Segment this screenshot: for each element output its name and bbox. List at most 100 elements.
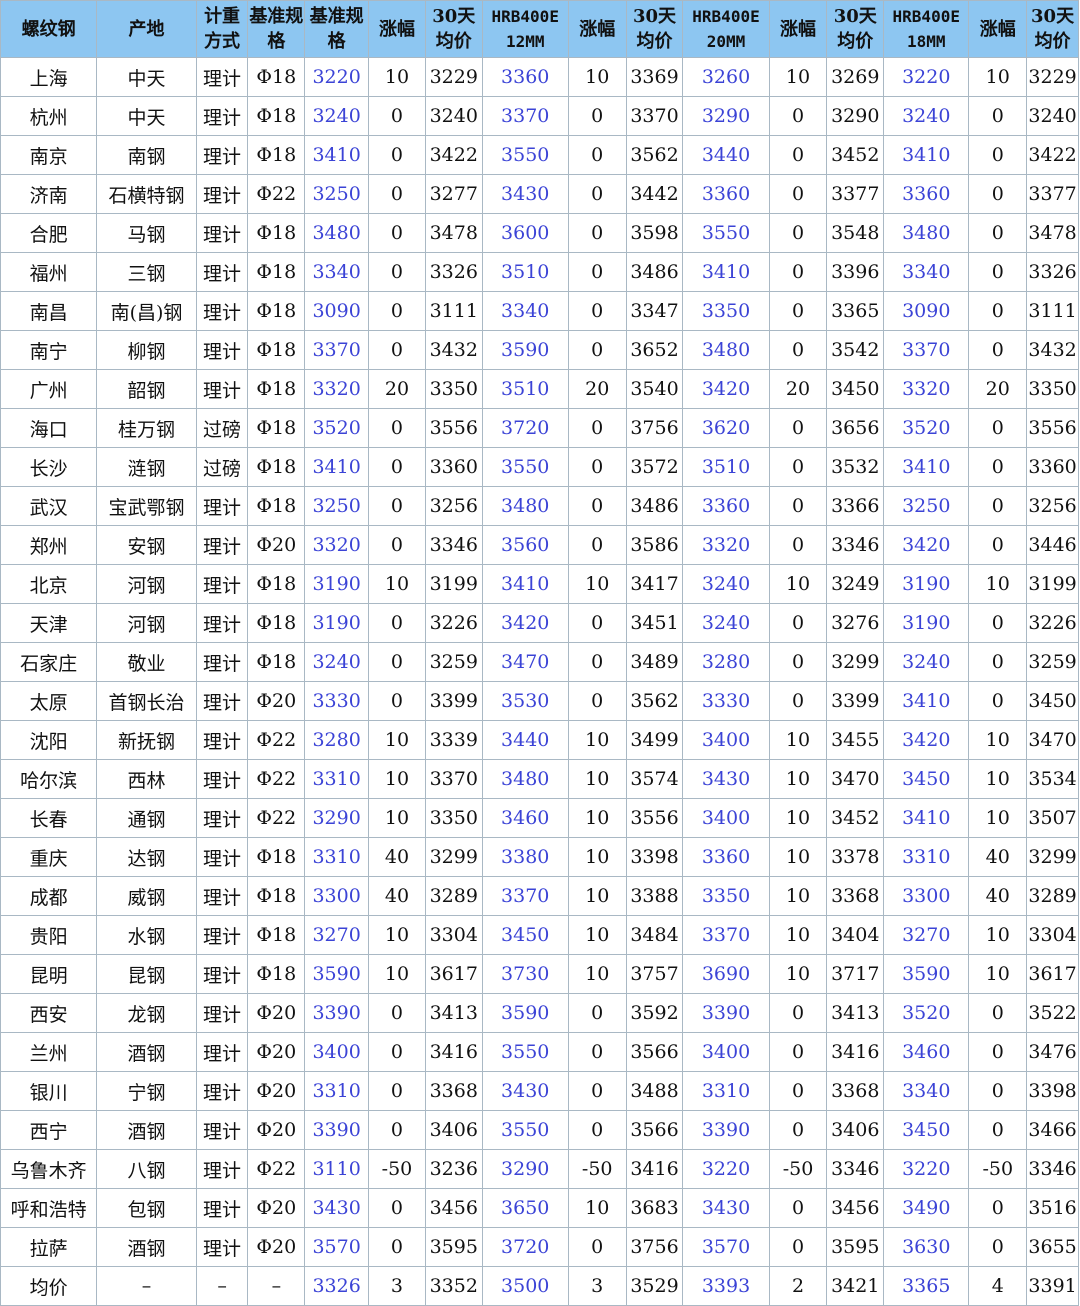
table-cell: 理计 <box>195 57 249 97</box>
table-cell: 3240 <box>424 96 483 136</box>
city-cell: 昆明 <box>0 954 98 994</box>
table-cell: 3369 <box>625 57 684 97</box>
table-cell: 3259 <box>424 642 483 682</box>
city-cell: 西安 <box>0 993 98 1033</box>
table-cell: 0 <box>768 135 828 175</box>
table-row: 石家庄 敬业 理计 Φ18 3240 0 3259 3470 0 3489 3280 0 3299 324… <box>0 642 1079 682</box>
table-cell: 中天 <box>96 57 197 97</box>
table-cell: 3430 <box>682 1188 770 1228</box>
table-cell: 10 <box>968 564 1028 604</box>
table-cell: 3368 <box>826 876 885 916</box>
table-cell: 3486 <box>625 252 684 292</box>
table-cell: 3370 <box>424 759 483 799</box>
table-cell: 中天 <box>96 96 197 136</box>
table-cell: Φ18 <box>247 252 306 292</box>
table-cell: 马钢 <box>96 213 197 253</box>
table-cell: 3617 <box>1026 954 1079 994</box>
table-cell: 0 <box>968 1032 1028 1072</box>
table-row: 广州 韶钢 理计 Φ18 3320 20 3350 3510 20 3540 3420 20 3450 3… <box>0 369 1079 409</box>
table-cell: 3466 <box>1026 1110 1079 1150</box>
table-cell: 3378 <box>826 837 885 877</box>
city-cell: 银川 <box>0 1071 98 1111</box>
table-cell: 10 <box>567 564 627 604</box>
city-cell: 海口 <box>0 408 98 448</box>
table-cell: 0 <box>968 525 1028 565</box>
table-cell: 3360 <box>682 486 770 526</box>
table-cell: 3226 <box>1026 603 1079 643</box>
table-cell: 3280 <box>682 642 770 682</box>
table-cell: 0 <box>368 330 426 370</box>
city-cell: 杭州 <box>0 96 98 136</box>
table-cell: 3556 <box>625 798 684 838</box>
table-cell: 3346 <box>826 1149 885 1189</box>
table-cell: 3320 <box>682 525 770 565</box>
city-cell: 南昌 <box>0 291 98 331</box>
table-cell: 3456 <box>826 1188 885 1228</box>
table-cell: 3720 <box>481 1227 569 1267</box>
table-cell: Φ18 <box>247 135 306 175</box>
table-cell: Φ22 <box>247 759 306 799</box>
table-cell: 河钢 <box>96 564 197 604</box>
table-cell: 0 <box>968 174 1028 214</box>
table-cell: 3390 <box>304 1110 370 1150</box>
table-cell: 3350 <box>1026 369 1079 409</box>
table-cell: Φ22 <box>247 720 306 760</box>
table-cell: 0 <box>567 1071 627 1111</box>
table-cell: 3410 <box>304 447 370 487</box>
table-cell: 理计 <box>195 681 249 721</box>
table-cell: 理计 <box>195 213 249 253</box>
table-cell: 10 <box>768 954 828 994</box>
table-row: 郑州 安钢 理计 Φ20 3320 0 3346 3560 0 3586 3320 0 3346 3420… <box>0 525 1079 565</box>
table-cell: 理计 <box>195 876 249 916</box>
table-cell: 理计 <box>195 486 249 526</box>
table-row: 南昌 南(昌)钢 理计 Φ18 3090 0 3111 3340 0 3347 3350 0 3365 3… <box>0 291 1079 331</box>
table-cell: 理计 <box>195 1188 249 1228</box>
table-cell: 0 <box>368 642 426 682</box>
table-cell: -50 <box>567 1149 627 1189</box>
city-cell: 兰州 <box>0 1032 98 1072</box>
table-cell: 0 <box>368 1110 426 1150</box>
table-cell: 0 <box>968 330 1028 370</box>
table-row: 杭州 中天 理计 Φ18 3240 0 3240 3370 0 3370 3290 0 3290 3240… <box>0 96 1079 136</box>
table-cell: 3226 <box>424 603 483 643</box>
table-cell: 0 <box>567 174 627 214</box>
table-cell: 10 <box>368 720 426 760</box>
table-cell: 0 <box>768 174 828 214</box>
table-cell: 3360 <box>1026 447 1079 487</box>
city-cell: 成都 <box>0 876 98 916</box>
table-cell: 理计 <box>195 135 249 175</box>
table-cell: 理计 <box>195 1227 249 1267</box>
table-cell: 10 <box>368 564 426 604</box>
city-cell: 太原 <box>0 681 98 721</box>
table-cell: 3586 <box>625 525 684 565</box>
table-cell: 4 <box>968 1266 1028 1306</box>
table-cell: 3562 <box>625 681 684 721</box>
table-cell: 3446 <box>1026 525 1079 565</box>
table-cell: 理计 <box>195 330 249 370</box>
table-cell: 3398 <box>625 837 684 877</box>
table-cell: 10 <box>368 915 426 955</box>
table-cell: 0 <box>567 1032 627 1072</box>
table-cell: 3320 <box>304 369 370 409</box>
table-cell: 3450 <box>883 759 970 799</box>
table-cell: 0 <box>968 603 1028 643</box>
table-row: 哈尔滨 西林 理计 Φ22 3310 10 3370 3480 10 3574 3430 10 3470… <box>0 759 1079 799</box>
table-cell: 3410 <box>481 564 569 604</box>
table-row: 南京 南钢 理计 Φ18 3410 0 3422 3550 0 3562 3440 0 3452 3410… <box>0 135 1079 175</box>
table-cell: 3190 <box>304 603 370 643</box>
table-cell: 10 <box>768 759 828 799</box>
table-cell: 理计 <box>195 1149 249 1189</box>
table-cell: 3370 <box>625 96 684 136</box>
table-cell: 10 <box>968 798 1028 838</box>
table-cell: 3417 <box>625 564 684 604</box>
city-cell: 沈阳 <box>0 720 98 760</box>
table-cell: 理计 <box>195 1110 249 1150</box>
table-cell: 3430 <box>481 174 569 214</box>
table-cell: 3595 <box>826 1227 885 1267</box>
table-cell: 3350 <box>682 291 770 331</box>
table-cell: Φ18 <box>247 486 306 526</box>
table-cell: 3430 <box>682 759 770 799</box>
table-cell: 3534 <box>1026 759 1079 799</box>
table-cell: Φ18 <box>247 642 306 682</box>
table-cell: 3450 <box>826 369 885 409</box>
